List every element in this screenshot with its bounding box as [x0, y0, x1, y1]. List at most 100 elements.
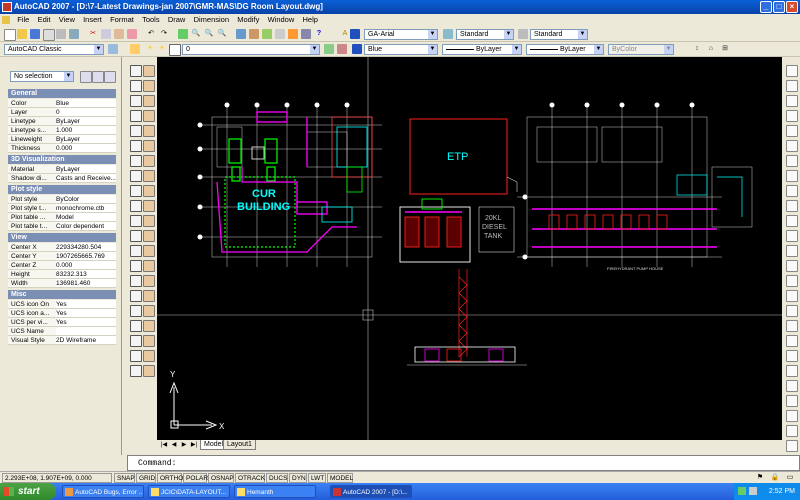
dim-style-icon[interactable] [443, 29, 453, 39]
ellipse-icon[interactable] [130, 200, 142, 212]
property-value[interactable]: Color dependent [56, 222, 116, 230]
property-row[interactable]: Plot table t... Color dependent [8, 222, 116, 231]
arc-icon[interactable] [130, 140, 142, 152]
table-style-dropdown[interactable]: Standard ▼ [530, 29, 588, 40]
make-current-layer-icon[interactable] [324, 44, 334, 54]
markup-icon[interactable] [288, 29, 298, 39]
layer-manager-icon[interactable] [130, 44, 140, 54]
stretch-icon[interactable] [143, 185, 155, 197]
insert-block-icon[interactable] [130, 230, 142, 242]
property-value[interactable]: 1.000 [56, 126, 116, 134]
ortho-toggle-icon[interactable] [786, 365, 798, 377]
dim-linear-icon[interactable] [786, 410, 798, 422]
property-value[interactable] [56, 327, 116, 335]
selection-dropdown[interactable]: No selection ▼ [10, 71, 74, 82]
layer-previous-icon[interactable] [337, 44, 347, 54]
task-autocad-bugs[interactable]: AutoCAD Bugs, Error ... [62, 485, 144, 498]
property-value[interactable]: 0 [56, 108, 116, 116]
property-value[interactable]: 229334280.504 [56, 243, 116, 251]
menu-format[interactable]: Format [107, 14, 137, 26]
ucs-tool-icon[interactable]: ⌂ [706, 44, 716, 54]
tab-prev-icon[interactable]: ◀ [169, 440, 179, 450]
divide-icon[interactable] [143, 350, 155, 362]
tray-volume-icon[interactable] [749, 487, 757, 495]
table-icon[interactable] [130, 320, 142, 332]
pan-icon[interactable] [178, 29, 188, 39]
property-row[interactable]: Lineweight ByLayer [8, 135, 116, 144]
property-value[interactable]: Casts and Receive... [56, 174, 116, 182]
measure-icon[interactable] [143, 335, 155, 347]
paste-icon[interactable] [114, 29, 124, 39]
xyz-icon[interactable]: ↕ [692, 44, 702, 54]
property-row[interactable]: Height 83232.313 [8, 270, 116, 279]
comm-center-icon[interactable]: ⚑ [755, 473, 765, 483]
text-style-blue-icon[interactable] [350, 29, 360, 39]
rotate-icon[interactable] [143, 155, 155, 167]
help-icon[interactable]: ? [314, 29, 324, 39]
coordinates-readout[interactable]: 2.293E+08, 1.907E+09, 0.000 [2, 473, 112, 483]
property-value[interactable]: 0.000 [56, 261, 116, 269]
property-value[interactable]: ByColor [56, 195, 116, 203]
make-block-icon[interactable] [130, 245, 142, 257]
copy-icon[interactable] [101, 29, 111, 39]
property-row[interactable]: UCS Name [8, 327, 116, 336]
menu-help[interactable]: Help [300, 14, 321, 26]
calculator-icon[interactable] [301, 29, 311, 39]
menu-modify[interactable]: Modify [234, 14, 262, 26]
tool-palettes-icon[interactable] [262, 29, 272, 39]
properties-section-header[interactable]: Plot style [8, 185, 116, 194]
property-row[interactable]: Color Blue [8, 99, 116, 108]
toggle-pickadd-icon[interactable] [80, 71, 92, 83]
dim-aligned-icon[interactable] [786, 425, 798, 437]
properties-section-header[interactable]: 3D Visualization [8, 155, 116, 164]
break-icon[interactable] [143, 245, 155, 257]
tab-layout1[interactable]: Layout1 [223, 440, 256, 450]
select-objects-icon[interactable] [92, 71, 104, 83]
erase-icon[interactable] [143, 65, 155, 77]
menu-insert[interactable]: Insert [80, 14, 105, 26]
mirror-icon[interactable] [143, 95, 155, 107]
parallel-snap-icon[interactable] [786, 200, 798, 212]
grid-toggle-icon[interactable] [786, 350, 798, 362]
status-osnap[interactable]: OSNAP [208, 473, 234, 483]
snap-toggle-icon[interactable] [786, 335, 798, 347]
plotstyle-dropdown[interactable]: ByColor ▼ [608, 44, 674, 55]
zoom-previous-icon[interactable]: 🔍 [217, 29, 227, 39]
menu-edit[interactable]: Edit [35, 14, 54, 26]
properties-section-header[interactable]: General [8, 89, 116, 98]
undo-icon[interactable]: ↶ [146, 29, 156, 39]
circle-icon[interactable] [130, 155, 142, 167]
status-polar[interactable]: POLAR [183, 473, 208, 483]
point-icon[interactable] [130, 260, 142, 272]
tray-network-icon[interactable] [738, 487, 746, 495]
endpoint-snap-icon[interactable] [786, 65, 798, 77]
array-icon[interactable] [143, 125, 155, 137]
lock-icon[interactable]: 🔒 [770, 473, 780, 483]
status-snap[interactable]: SNAP [114, 473, 135, 483]
menu-dimension[interactable]: Dimension [191, 14, 232, 26]
line-icon[interactable] [130, 65, 142, 77]
temp-track-icon[interactable] [786, 290, 798, 302]
property-value[interactable]: 2D Wireframe [56, 336, 116, 344]
property-row[interactable]: Plot style t... monochrome.ctb [8, 204, 116, 213]
publish-icon[interactable] [69, 29, 79, 39]
tab-first-icon[interactable]: |◀ [159, 440, 169, 450]
offset-icon[interactable] [143, 110, 155, 122]
property-row[interactable]: Linetype ByLayer [8, 117, 116, 126]
design-center-icon[interactable] [249, 29, 259, 39]
lineweight-dropdown[interactable]: ByLayer ▼ [526, 44, 604, 55]
save-icon[interactable] [30, 29, 40, 39]
property-value[interactable]: Yes [56, 300, 116, 308]
property-value[interactable]: Blue [56, 99, 116, 107]
polar-toggle-icon[interactable] [786, 380, 798, 392]
rectangle-icon[interactable] [130, 125, 142, 137]
single-text-icon[interactable] [130, 365, 142, 377]
tangent-snap-icon[interactable] [786, 170, 798, 182]
table-style-icon[interactable] [518, 29, 528, 39]
property-row[interactable]: Layer 0 [8, 108, 116, 117]
property-value[interactable]: ByLayer [56, 135, 116, 143]
fillet-icon[interactable] [143, 290, 155, 302]
cut-icon[interactable]: ✂ [88, 29, 98, 39]
properties-section-header[interactable]: Misc [8, 290, 116, 299]
layer-color-icon[interactable] [169, 44, 181, 56]
